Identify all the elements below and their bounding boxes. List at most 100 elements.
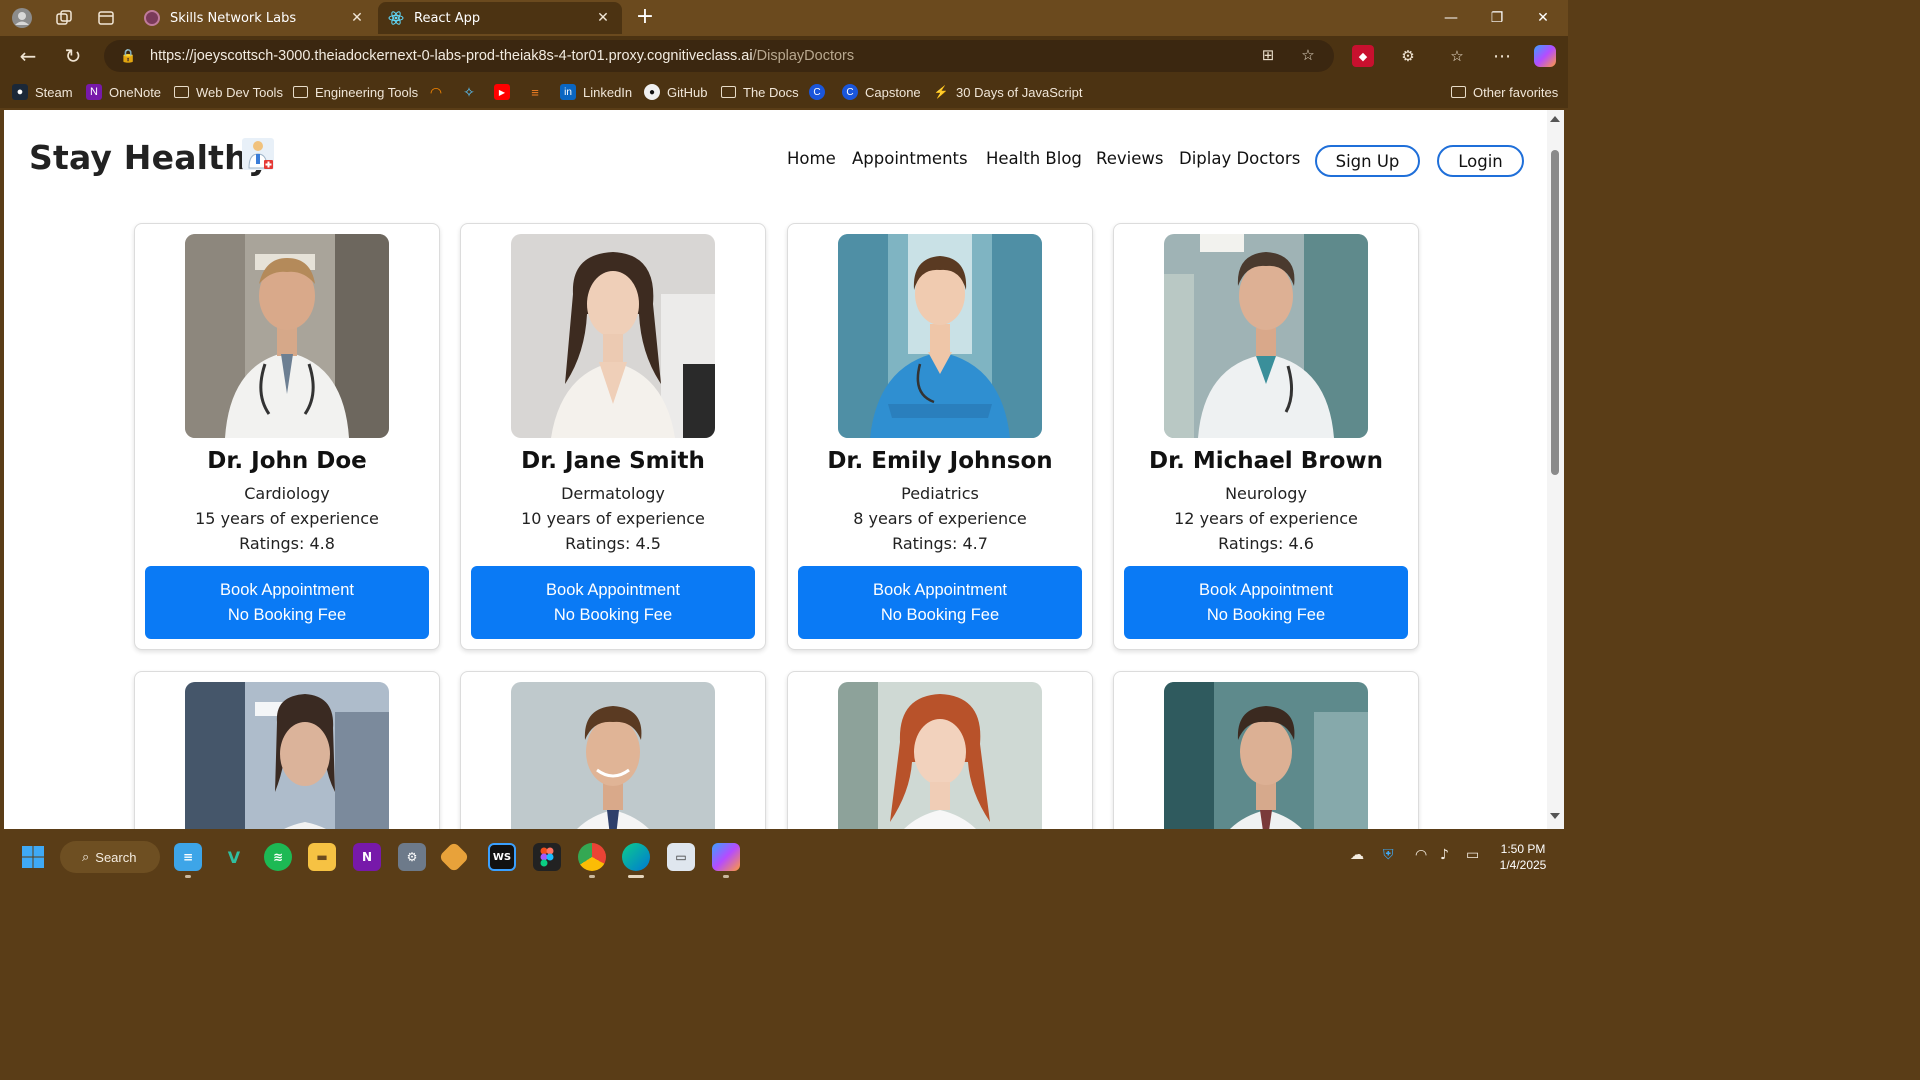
bookmark-engineering-tools[interactable]: Engineering Tools: [293, 83, 418, 101]
book-appointment-button[interactable]: Book Appointment No Booking Fee: [471, 566, 755, 639]
javascript-icon: ⚡: [933, 85, 949, 99]
nav-health-blog[interactable]: Health Blog: [986, 149, 1082, 168]
bookmark-capstone[interactable]: C Capstone: [842, 83, 921, 101]
close-window-button[interactable]: ✕: [1520, 0, 1566, 36]
spotify-icon[interactable]: ≋: [264, 843, 292, 871]
edge-icon[interactable]: [622, 843, 650, 871]
bookmark-onenote[interactable]: N OneNote: [86, 83, 161, 101]
remote-desktop-icon[interactable]: ▭: [667, 843, 695, 871]
page-scrollbar[interactable]: [1547, 110, 1564, 829]
doctor-photo: [185, 682, 389, 829]
vertical-tabs-icon[interactable]: [94, 6, 118, 30]
doctor-photo: [1164, 234, 1368, 438]
git-tool-icon[interactable]: [438, 841, 470, 873]
bookmark-orange-arc[interactable]: ◠: [428, 83, 451, 101]
login-button[interactable]: Login: [1437, 145, 1524, 177]
address-bar[interactable]: 🔒 https://joeyscottsch-3000.theiadockern…: [104, 40, 1334, 72]
react-favicon-icon: [388, 10, 404, 26]
no-booking-fee-label: No Booking Fee: [227, 605, 347, 624]
profile-avatar-icon[interactable]: [10, 6, 34, 30]
site-logo[interactable]: Stay Healthy: [29, 138, 270, 177]
lock-icon[interactable]: 🔒: [120, 49, 136, 64]
taskbar-search[interactable]: ⌕ Search: [60, 841, 160, 873]
skills-network-favicon-icon: [144, 10, 160, 26]
restore-button[interactable]: ❐: [1474, 0, 1520, 36]
book-appointment-button[interactable]: Book Appointment No Booking Fee: [1124, 566, 1408, 639]
scrollbar-thumb[interactable]: [1551, 150, 1559, 475]
file-explorer-icon[interactable]: ▬: [308, 843, 336, 871]
battery-icon[interactable]: ▭: [1466, 847, 1479, 863]
chrome-icon[interactable]: [578, 843, 606, 871]
extension-red-icon[interactable]: ◆: [1352, 45, 1374, 67]
workspaces-icon[interactable]: [52, 6, 76, 30]
doctor-photo: [185, 234, 389, 438]
search-label: Search: [95, 849, 137, 865]
doctor-card: Dr. Michael Brown Neurology 12 years of …: [1113, 223, 1419, 650]
bookmark-linkedin[interactable]: in LinkedIn: [560, 83, 632, 101]
doctor-photo: [511, 234, 715, 438]
doctor-ratings: Ratings: 4.7: [892, 534, 988, 553]
new-tab-button[interactable]: +: [632, 6, 658, 30]
book-appointment-button[interactable]: Book Appointment No Booking Fee: [145, 566, 429, 639]
close-tab-icon[interactable]: ✕: [594, 10, 612, 26]
bookmark-star-badge[interactable]: ✧: [461, 83, 484, 101]
bookmark-steam[interactable]: ● Steam: [12, 83, 73, 101]
favorites-list-icon[interactable]: ☆: [1446, 45, 1468, 67]
search-icon: ⌕: [82, 849, 90, 864]
figma-icon[interactable]: [533, 843, 561, 871]
volume-icon[interactable]: ♪: [1440, 847, 1449, 863]
scroll-down-arrow-icon[interactable]: [1550, 813, 1560, 819]
bookmark-label: The Docs: [743, 84, 799, 100]
minimize-button[interactable]: —: [1428, 0, 1474, 36]
doctor-card: Dr. Emily Johnson Pediatrics 8 years of …: [787, 223, 1093, 650]
doctor-specialty: Pediatrics: [901, 484, 979, 503]
security-shield-icon[interactable]: ⛨: [1383, 847, 1394, 863]
onenote-taskbar-icon[interactable]: N: [353, 843, 381, 871]
doctor-experience: 12 years of experience: [1174, 509, 1358, 528]
bookmark-youtube[interactable]: ▶: [494, 83, 517, 101]
windows-start-icon[interactable]: [19, 843, 47, 871]
doctor-name: Dr. Michael Brown: [1149, 448, 1383, 474]
favorite-star-icon[interactable]: ☆: [1298, 46, 1318, 66]
tab-react-app[interactable]: React App ✕: [378, 2, 622, 34]
nav-display-doctors[interactable]: Diplay Doctors: [1179, 149, 1300, 168]
nav-appointments[interactable]: Appointments: [852, 149, 968, 168]
vs-code-insiders-icon[interactable]: V: [220, 843, 248, 871]
sign-up-button[interactable]: Sign Up: [1315, 145, 1420, 177]
bookmark-label: Steam: [35, 84, 73, 100]
extensions-puzzle-icon[interactable]: ⚙: [1397, 45, 1419, 67]
tab-skills-network-labs[interactable]: Skills Network Labs ✕: [134, 2, 376, 34]
app-available-icon[interactable]: ⊞: [1258, 46, 1278, 66]
refresh-button[interactable]: ↻: [59, 43, 87, 69]
bookmark-30-days-js[interactable]: ⚡ 30 Days of JavaScript: [933, 83, 1083, 101]
copilot-taskbar-icon[interactable]: [712, 843, 740, 871]
close-tab-icon[interactable]: ✕: [348, 10, 366, 26]
bookmark-the-docs[interactable]: The Docs: [721, 83, 799, 101]
settings-app-icon[interactable]: ⚙: [398, 843, 426, 871]
back-button[interactable]: ←: [14, 43, 42, 69]
more-options-icon[interactable]: ⋯: [1491, 45, 1513, 67]
bookmark-c-site[interactable]: C: [809, 83, 832, 101]
folder-icon: [174, 86, 189, 98]
orange-arc-icon: ◠: [429, 83, 443, 100]
bookmark-stackoverflow[interactable]: ≡: [527, 83, 550, 101]
nav-reviews[interactable]: Reviews: [1096, 149, 1163, 168]
star-badge-icon: ✧: [463, 83, 475, 100]
doctor-name: Dr. Jane Smith: [521, 448, 705, 474]
doctor-ratings: Ratings: 4.6: [1218, 534, 1314, 553]
copilot-icon[interactable]: [1534, 45, 1556, 67]
url-text[interactable]: https://joeyscottsch-3000.theiadockernex…: [150, 48, 854, 64]
weather-cloud-icon[interactable]: ☁: [1350, 847, 1364, 863]
notepad-icon[interactable]: ≡: [174, 843, 202, 871]
system-clock[interactable]: 1:50 PM 1/4/2025: [1488, 841, 1558, 873]
bookmark-github[interactable]: ● GitHub: [644, 83, 707, 101]
url-path: /DisplayDoctors: [752, 48, 855, 64]
bookmark-web-dev-tools[interactable]: Web Dev Tools: [174, 83, 283, 101]
page-viewport: Stay Healthy Home Appointments Health Bl…: [4, 110, 1547, 829]
book-appointment-button[interactable]: Book Appointment No Booking Fee: [798, 566, 1082, 639]
nav-home[interactable]: Home: [787, 149, 836, 168]
wifi-icon[interactable]: ◠: [1415, 847, 1427, 863]
scroll-up-arrow-icon[interactable]: [1550, 116, 1560, 122]
bookmark-other-favorites[interactable]: Other favorites: [1451, 83, 1558, 101]
webstorm-icon[interactable]: WS: [488, 843, 516, 871]
